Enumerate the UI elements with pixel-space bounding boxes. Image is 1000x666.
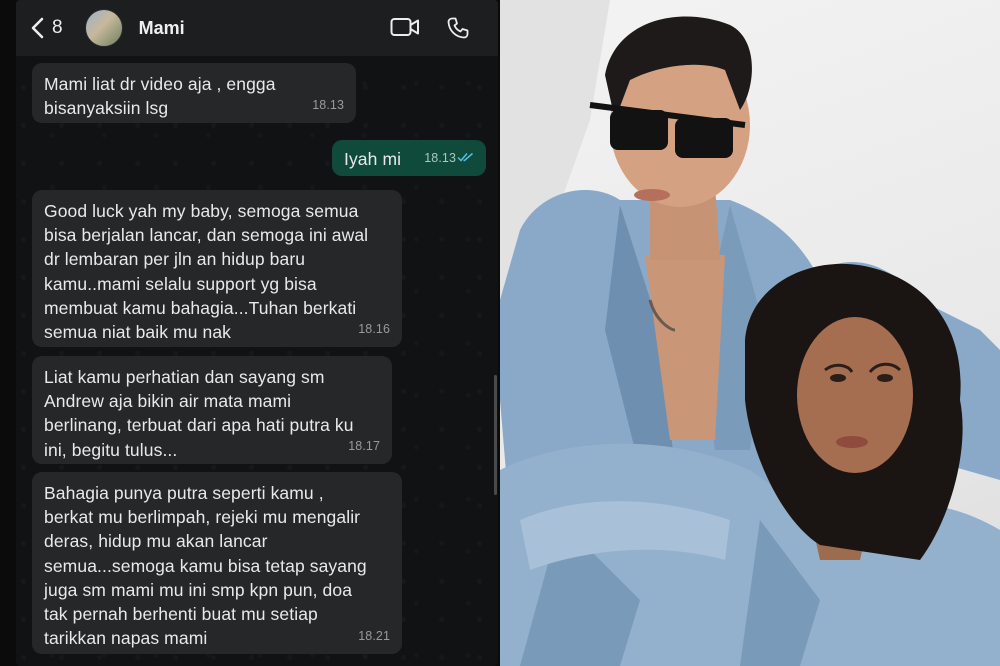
video-call-icon[interactable] xyxy=(390,16,420,40)
message-time: 18.13 xyxy=(424,150,456,165)
message-time: 18.17 xyxy=(348,438,380,453)
double-check-icon xyxy=(457,144,474,168)
scrollbar[interactable] xyxy=(494,375,497,495)
message-time: 18.16 xyxy=(358,321,390,336)
unread-count: 8 xyxy=(52,17,63,38)
message-bubble[interactable]: Bahagia punya putra seperti kamu , berka… xyxy=(32,472,402,654)
couple-photo xyxy=(500,0,1000,666)
chat-header: 8 Mami xyxy=(16,0,498,56)
chat-screenshot: 8 Mami Mami liat dr video aja , engga bi… xyxy=(0,0,500,666)
avatar[interactable] xyxy=(84,9,123,47)
message-bubble-outgoing[interactable]: Iyah mi 18.13 xyxy=(332,140,486,176)
back-button[interactable]: 8 xyxy=(30,17,63,39)
message-text: Mami liat dr video aja , engga bisanyaks… xyxy=(44,74,276,119)
contact-name[interactable]: Mami xyxy=(139,18,185,39)
message-text: Bahagia punya putra seperti kamu , berka… xyxy=(44,483,367,649)
message-text: Liat kamu perhatian dan sayang sm Andrew… xyxy=(44,367,354,460)
message-bubble[interactable]: Good luck yah my baby, semoga semua bisa… xyxy=(32,190,402,347)
message-time: 18.21 xyxy=(358,628,390,643)
message-time: 18.13 xyxy=(312,97,344,112)
message-bubble[interactable]: Liat kamu perhatian dan sayang sm Andrew… xyxy=(32,356,392,464)
phone-icon[interactable] xyxy=(446,16,470,40)
message-text: Good luck yah my baby, semoga semua bisa… xyxy=(44,201,369,343)
chevron-left-icon xyxy=(30,17,44,39)
message-bubble[interactable]: Mami liat dr video aja , engga bisanyaks… xyxy=(32,63,356,123)
photo-illustration xyxy=(500,0,1000,666)
